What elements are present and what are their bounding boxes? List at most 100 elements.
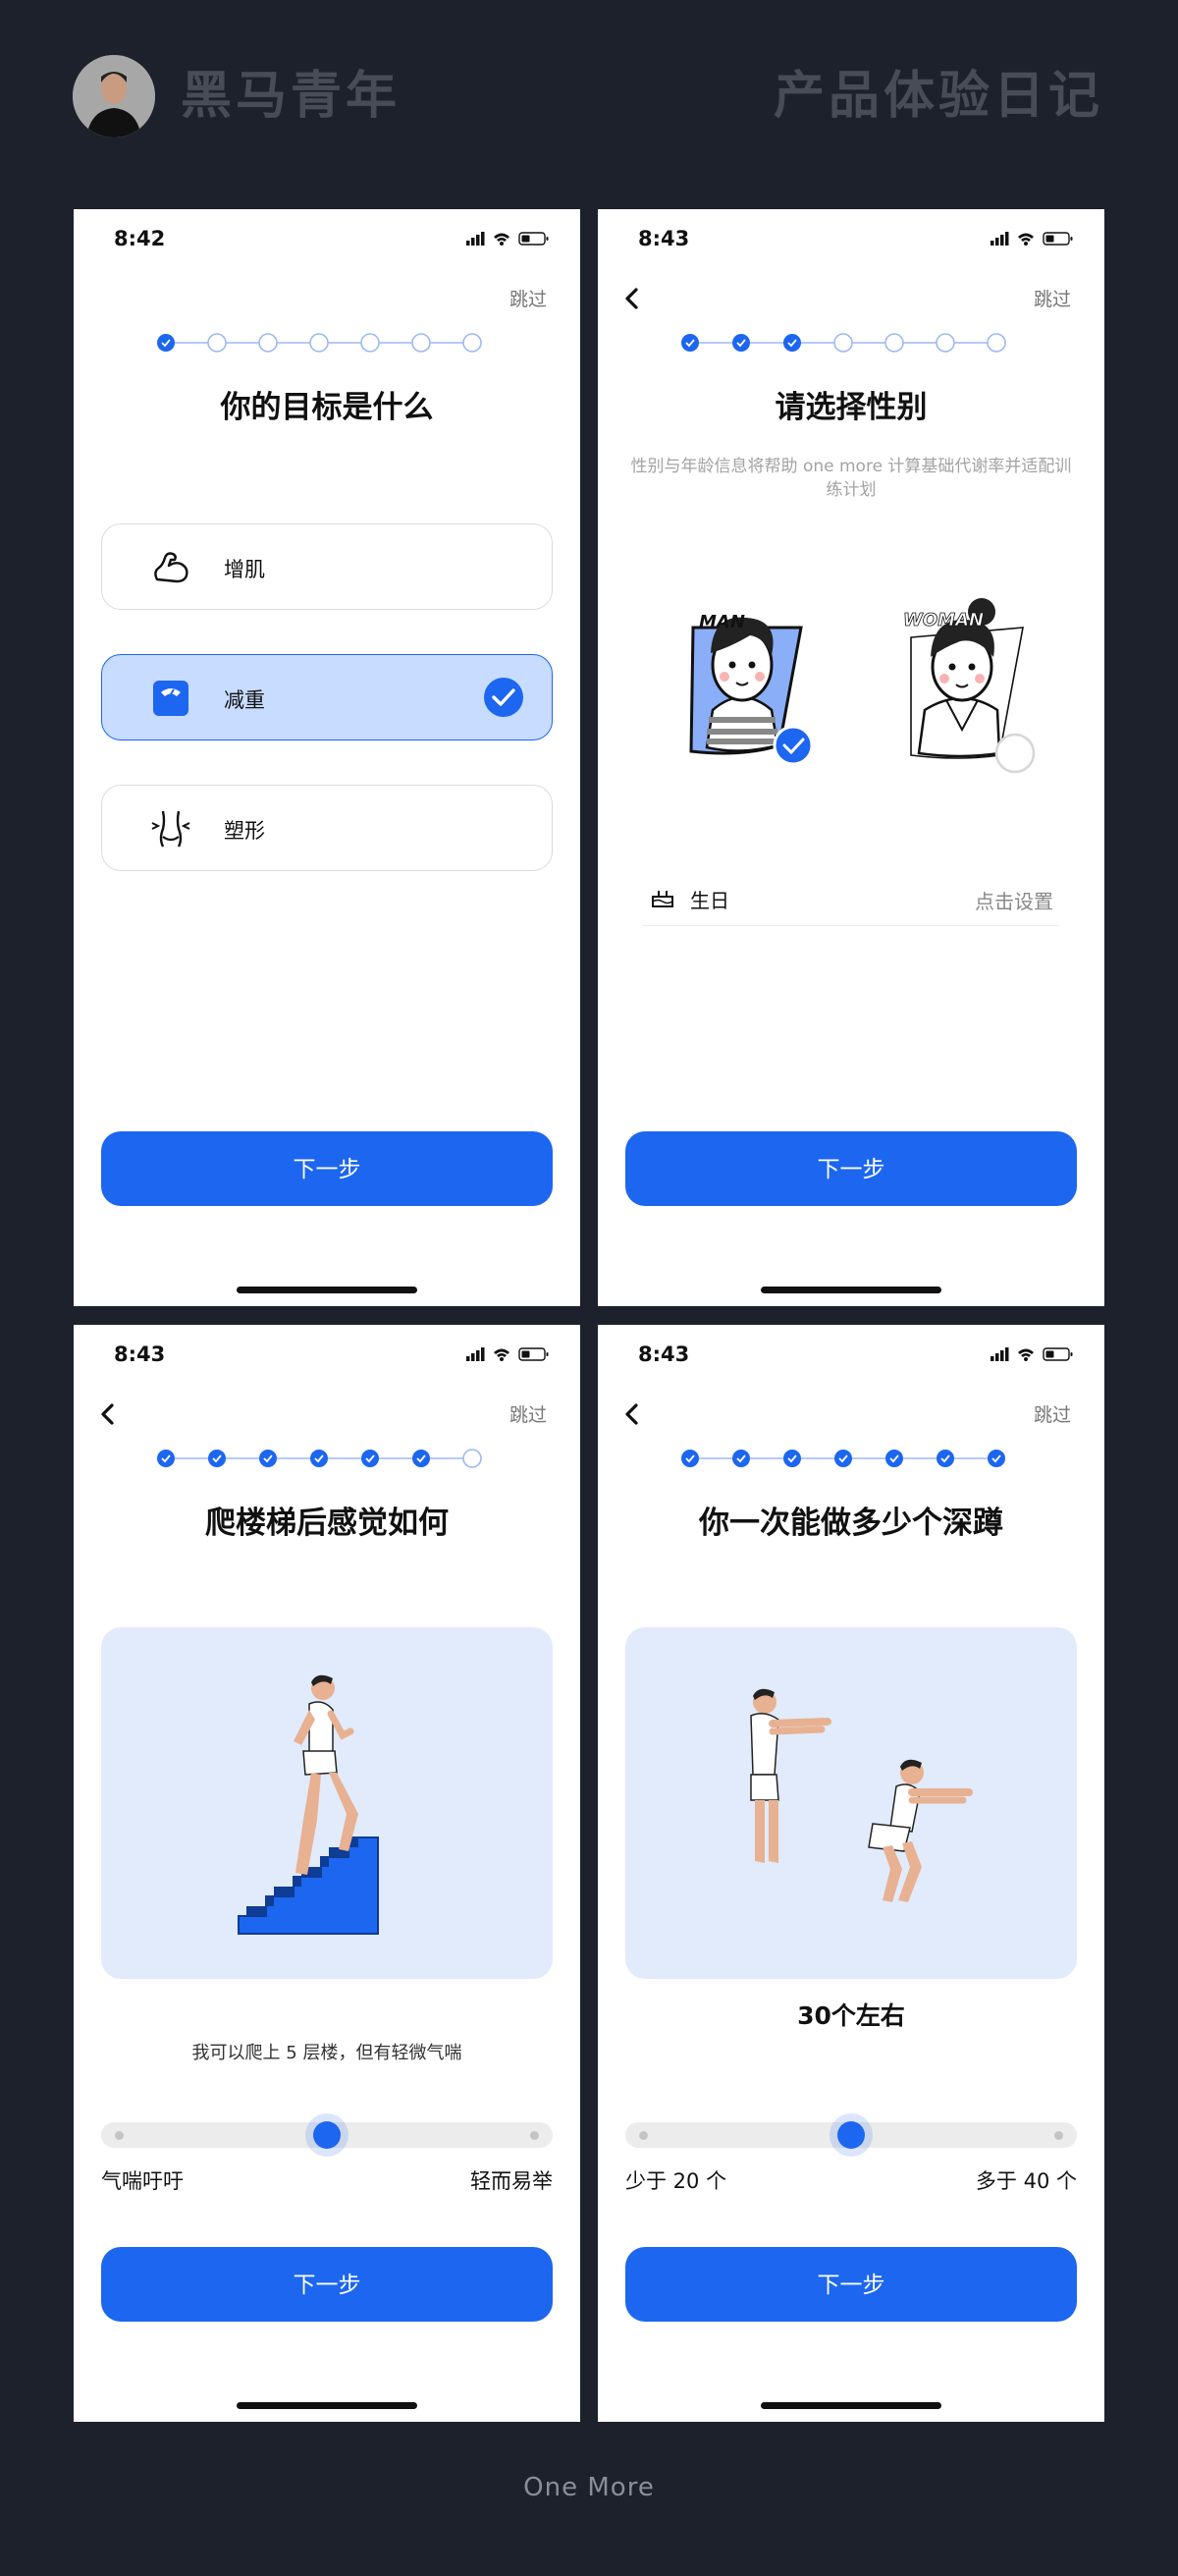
status-time: 8:43 (638, 227, 690, 250)
screen-title: 请选择性别 (775, 390, 928, 425)
goal-label: 增肌 (224, 558, 265, 581)
step-complete (310, 1450, 328, 1467)
next-button[interactable]: 下一步 (625, 1131, 1077, 1206)
progress-steps (681, 1450, 1005, 1467)
step-pending (207, 333, 227, 353)
screen-subtitle: 性别与年龄信息将帮助 one more 计算基础代谢率并适配训练计划 (630, 457, 1072, 500)
status-time: 8:42 (114, 227, 166, 250)
slider-thumb[interactable] (837, 2121, 865, 2149)
skip-button[interactable]: 跳过 (509, 1400, 547, 1427)
step-complete (412, 1450, 430, 1467)
step-pending (462, 333, 482, 353)
step-pending (258, 333, 278, 353)
back-arrow-icon[interactable] (619, 284, 645, 313)
slider-min-label: 气喘吁吁 (101, 2169, 184, 2193)
stairs-hint: 我可以爬上 5 层楼，但有轻微气喘 (191, 2043, 462, 2063)
step-pending (360, 333, 380, 353)
back-arrow-icon[interactable] (95, 1399, 121, 1429)
screen-title: 你一次能做多少个深蹲 (699, 1506, 1003, 1541)
step-pending (936, 333, 955, 353)
cake-icon (652, 891, 673, 907)
step-complete (157, 1450, 175, 1467)
skip-button[interactable]: 跳过 (1034, 285, 1071, 311)
slider-max-label: 轻而易举 (470, 2169, 553, 2193)
brand-name: 黑马青年 (181, 67, 402, 126)
next-button[interactable]: 下一步 (101, 1131, 553, 1206)
status-icons (991, 232, 1073, 246)
progress-steps (157, 333, 482, 353)
progress-steps (681, 333, 1006, 353)
page-header: 黑马青年 产品体验日记 (0, 0, 1178, 196)
slider-max-label: 多于 40 个 (975, 2169, 1077, 2193)
selected-check-icon (773, 725, 814, 766)
step-complete (157, 334, 175, 352)
slider-start-dot (115, 2131, 124, 2140)
step-pending (411, 333, 431, 353)
back-arrow-icon[interactable] (619, 1399, 645, 1429)
home-indicator (761, 2402, 941, 2409)
slider-end-dot (530, 2131, 539, 2140)
goal-option-muscle[interactable]: 增肌 (101, 523, 553, 610)
step-complete (885, 1450, 903, 1467)
step-complete (681, 1450, 699, 1467)
phone-screen-goal: 8:42 跳过 你的目标是什么 增肌 减重 塑形 下一步 (74, 209, 580, 1306)
step-complete (732, 334, 750, 352)
step-complete (732, 1450, 750, 1467)
body-shape-icon (151, 810, 190, 848)
next-button[interactable]: 下一步 (625, 2247, 1077, 2322)
check-icon (484, 678, 523, 717)
birthday-row[interactable]: 生日 点击设置 (643, 877, 1059, 926)
birthday-set-link[interactable]: 点击设置 (975, 886, 1053, 914)
step-complete (937, 1450, 954, 1467)
slider-min-label: 少于 20 个 (625, 2169, 727, 2193)
step-complete (988, 1450, 1005, 1467)
skip-button[interactable]: 跳过 (509, 285, 547, 311)
squat-illustration (625, 1627, 1077, 1979)
phone-screen-stairs: 8:43 跳过 爬楼梯后感觉如何 我可以爬上 5 层楼，但有轻微气喘 气喘吁吁 … (74, 1325, 580, 2422)
app-name-footer: One More (523, 2473, 655, 2502)
gender-option-man[interactable]: MAN (652, 563, 829, 789)
home-indicator (761, 1287, 941, 1293)
avatar (73, 55, 155, 137)
status-icons (991, 1347, 1073, 1361)
phone-screen-gender: 8:43 跳过 请选择性别 性别与年龄信息将帮助 one more 计算基础代谢… (598, 209, 1104, 1306)
step-pending (833, 333, 853, 353)
stairs-illustration (101, 1627, 553, 1979)
muscle-arm-icon (154, 552, 188, 583)
squat-result: 30个左右 (797, 2001, 905, 2030)
status-time: 8:43 (114, 1343, 166, 1366)
goal-label: 减重 (224, 688, 265, 712)
slider-thumb[interactable] (313, 2121, 341, 2149)
gender-man-label: MAN (699, 612, 745, 632)
step-complete (361, 1450, 379, 1467)
step-complete (783, 334, 801, 352)
step-complete (783, 1450, 801, 1467)
screen-title: 爬楼梯后感觉如何 (205, 1506, 449, 1541)
step-pending (462, 1449, 482, 1468)
status-icons (466, 232, 549, 246)
gender-woman-label: WOMAN (903, 610, 984, 630)
phone-screen-squats: 8:43 跳过 你一次能做多少个深蹲 30个左右 少于 20 个 多于 40 个… (598, 1325, 1104, 2422)
stairs-slider[interactable] (101, 2113, 553, 2157)
unselected-radio-icon (994, 733, 1036, 774)
scale-icon (153, 681, 188, 716)
status-time: 8:43 (638, 1343, 690, 1366)
home-indicator (237, 2402, 417, 2409)
goal-label: 塑形 (224, 819, 265, 843)
skip-button[interactable]: 跳过 (1034, 1400, 1071, 1427)
slider-start-dot (639, 2131, 648, 2140)
step-pending (309, 333, 329, 353)
squat-slider[interactable] (625, 2113, 1077, 2157)
slider-end-dot (1054, 2131, 1063, 2140)
goal-option-shape[interactable]: 塑形 (101, 785, 553, 871)
next-button[interactable]: 下一步 (101, 2247, 553, 2322)
progress-steps (157, 1449, 482, 1468)
step-pending (884, 333, 904, 353)
home-indicator (237, 1287, 417, 1293)
step-complete (208, 1450, 226, 1467)
goal-option-weight-loss[interactable]: 减重 (101, 654, 553, 740)
gender-option-woman[interactable]: WOMAN (876, 563, 1052, 789)
status-icons (466, 1347, 549, 1361)
step-complete (834, 1450, 852, 1467)
screen-title: 你的目标是什么 (220, 390, 434, 425)
